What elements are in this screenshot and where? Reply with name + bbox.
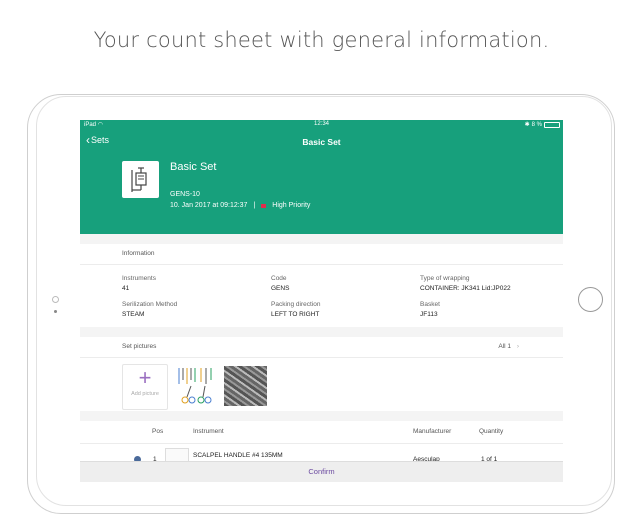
field-value: CONTAINER: JK341 Lid:JP022	[420, 285, 511, 292]
information-section: Information Instruments 41 Code GENS Typ…	[80, 244, 563, 327]
field-basket: Basket JF113	[420, 301, 440, 318]
status-bar: iPad ◠ 12:34 ✱ 8 %	[80, 120, 563, 129]
col-quantity: Quantity	[479, 428, 504, 435]
field-label: Code	[271, 275, 287, 282]
field-value: LEFT TO RIGHT	[271, 311, 320, 318]
field-label: Type of wrapping	[420, 275, 470, 282]
field-label: Packing direction	[271, 301, 321, 308]
iv-bag-icon	[122, 161, 159, 198]
field-wrapping: Type of wrapping CONTAINER: JK341 Lid:JP…	[420, 275, 511, 292]
clock: 12:34	[313, 121, 329, 127]
priority-label: High Priority	[272, 202, 311, 209]
pictures-header: Set pictures All 1 ›	[80, 337, 563, 358]
set-meta: 10. Jan 2017 at 09:12:37 | High Priority	[170, 202, 310, 209]
nav-title: Basic Set	[302, 137, 341, 147]
headline: Your count sheet with general informatio…	[93, 28, 550, 52]
col-manufacturer: Manufacturer	[413, 428, 452, 435]
priority-flag-icon	[261, 203, 267, 208]
field-value: STEAM	[122, 311, 145, 318]
section-title: Set pictures	[122, 343, 157, 350]
home-button[interactable]	[578, 287, 603, 312]
add-picture-button[interactable]: + Add picture	[122, 364, 168, 410]
field-value: JF113	[420, 311, 438, 318]
field-label: Serilization Method	[122, 301, 178, 308]
chevron-right-icon: ›	[516, 343, 519, 350]
sensor-dot	[54, 310, 57, 313]
set-photo-thumbnail[interactable]	[224, 366, 267, 406]
field-sterilization-method: Serilization Method STEAM	[122, 301, 177, 318]
camera-icon	[52, 296, 59, 303]
field-value: GENS	[271, 285, 290, 292]
battery-text: 8 %	[531, 121, 542, 128]
battery-indicator: ✱ 8 %	[525, 121, 560, 128]
instruments-thumbnail[interactable]	[175, 366, 217, 406]
row-instrument: SCALPEL HANDLE #4 135MM	[193, 452, 283, 459]
field-packing-direction: Packing direction LEFT TO RIGHT	[271, 301, 321, 318]
set-code: GENS-10	[170, 191, 200, 198]
meta-separator: |	[253, 202, 256, 209]
all-pictures-link[interactable]: All 1 ›	[498, 337, 519, 357]
section-title: Information	[80, 244, 563, 265]
set-header: ‹ Sets Basic Set Basic Set GENS-10 10. J…	[80, 129, 563, 234]
plus-icon: +	[138, 365, 152, 390]
field-code: Code GENS	[271, 275, 289, 292]
col-instrument: Instrument	[193, 428, 224, 435]
field-label: Basket	[420, 301, 440, 308]
battery-icon	[544, 121, 560, 128]
add-picture-label: Add picture	[131, 391, 159, 397]
field-label: Instruments	[122, 275, 156, 282]
set-date: 10. Jan 2017 at 09:12:37	[170, 202, 248, 209]
field-value: 41	[122, 285, 130, 292]
set-name: Basic Set	[170, 161, 217, 173]
confirm-button[interactable]: Confirm	[80, 461, 563, 482]
app-screen: iPad ◠ 12:34 ✱ 8 % ‹ Sets Basic Set Basi…	[80, 120, 563, 482]
pictures-row: + Add picture	[80, 358, 563, 411]
col-pos: Pos	[152, 428, 164, 435]
bluetooth-icon: ✱	[524, 122, 530, 128]
table-header: Pos Instrument Manufacturer Quantity	[80, 421, 563, 444]
field-instruments: Instruments 41	[122, 275, 156, 292]
pictures-section: Set pictures All 1 › + Add picture	[80, 337, 563, 411]
information-grid: Instruments 41 Code GENS Type of wrappin…	[80, 265, 563, 327]
